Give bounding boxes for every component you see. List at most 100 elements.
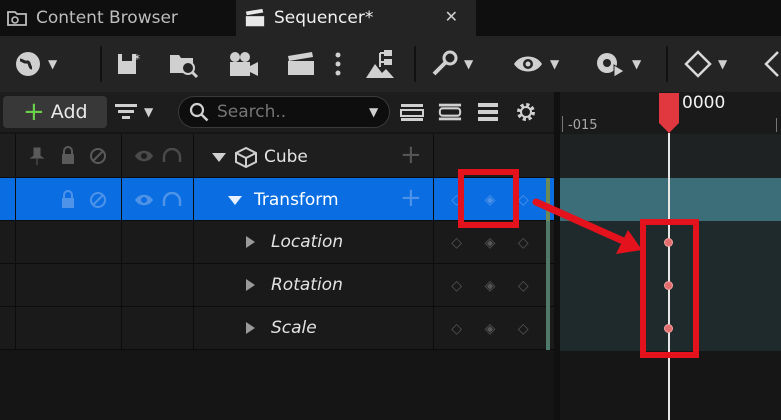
plus-icon: + xyxy=(23,97,45,127)
eye-audio-icons[interactable] xyxy=(134,192,184,208)
expand-arrow-icon[interactable] xyxy=(246,279,255,291)
more-icon xyxy=(335,52,341,76)
key-diamond-icon xyxy=(764,51,779,77)
key-diamond-icon xyxy=(684,50,712,78)
eye-audio-icons[interactable] xyxy=(134,148,184,164)
add-subtrack-plus-icon[interactable]: + xyxy=(400,183,422,213)
playback-options-button[interactable]: ▼ xyxy=(594,48,641,80)
expand-arrow-icon[interactable] xyxy=(228,195,242,205)
tab-label: Sequencer* xyxy=(274,8,374,28)
track-visibility-cell xyxy=(122,307,194,349)
toolbar-divider xyxy=(100,46,102,82)
track-name-cell: Scale xyxy=(194,307,434,349)
add-label: Add xyxy=(50,101,88,123)
playhead-handle[interactable] xyxy=(657,93,681,133)
camera-button[interactable] xyxy=(226,48,260,80)
track-label[interactable]: Transform xyxy=(254,190,339,210)
track-row-scale[interactable]: Scale ◇ ◈ ◇ xyxy=(0,307,560,350)
world-icon xyxy=(16,52,40,76)
search-icon xyxy=(189,102,209,122)
toolbar-divider xyxy=(666,46,668,82)
current-frame-label: 0000 xyxy=(682,93,726,113)
add-track-button[interactable]: + Add xyxy=(3,96,107,128)
track-color-cell xyxy=(0,307,16,349)
save-button[interactable]: * xyxy=(116,48,142,80)
track-label[interactable]: Rotation xyxy=(271,275,343,295)
chevron-down-icon: ▼ xyxy=(144,105,154,119)
eye-icon xyxy=(514,56,542,72)
render-movie-button[interactable] xyxy=(286,48,316,80)
keyframe-nav-controls: ◇ ◈ ◇ xyxy=(440,318,540,340)
tab-content-browser[interactable]: Content Browser xyxy=(0,0,232,36)
list-view-button[interactable] xyxy=(476,100,500,124)
chevron-down-icon: ▼ xyxy=(48,57,58,71)
pin-lock-mute-icons[interactable] xyxy=(28,146,118,166)
camera-icon xyxy=(230,52,258,76)
expand-arrow-icon[interactable] xyxy=(212,152,226,162)
prev-key-icon[interactable]: ◇ xyxy=(451,321,462,337)
chevron-down-icon[interactable]: ▼ xyxy=(369,105,378,119)
next-key-icon[interactable]: ◇ xyxy=(518,278,529,294)
chevron-down-icon: ▼ xyxy=(632,57,642,71)
add-key-icon[interactable]: ◈ xyxy=(485,278,496,294)
track-name-cell: Location xyxy=(194,221,434,263)
chevron-down-icon: ▼ xyxy=(550,57,560,71)
track-label[interactable]: Scale xyxy=(271,318,317,338)
track-state-cell xyxy=(16,221,122,263)
settings-button[interactable] xyxy=(514,100,538,124)
world-menu-button[interactable]: ▼ xyxy=(14,48,57,80)
tools-menu-button[interactable]: ▼ xyxy=(430,48,473,80)
track-color-cell xyxy=(0,178,16,220)
prev-key-icon[interactable]: ◇ xyxy=(451,235,462,251)
track-color-strip xyxy=(546,264,550,307)
timeline-row-cube[interactable] xyxy=(560,134,781,178)
key-options-button[interactable]: ▼ xyxy=(684,48,727,80)
track-color-strip xyxy=(546,307,550,350)
tab-sequencer[interactable]: Sequencer* ✕ xyxy=(236,0,476,36)
add-key-icon[interactable]: ◈ xyxy=(485,235,496,251)
more-options-button[interactable] xyxy=(334,48,342,80)
ruler-tick xyxy=(562,116,563,132)
chevron-down-icon: ▼ xyxy=(718,57,728,71)
toolbar-divider xyxy=(414,46,416,82)
next-key-icon[interactable]: ◇ xyxy=(518,321,529,337)
track-state-cell xyxy=(16,307,122,349)
key-diamond-partial[interactable] xyxy=(764,48,781,80)
expand-rows-icon xyxy=(400,104,424,121)
add-subtrack-plus-icon[interactable]: + xyxy=(400,140,422,170)
track-label[interactable]: Cube xyxy=(264,147,308,167)
track-color-cell xyxy=(0,134,16,177)
expand-arrow-icon[interactable] xyxy=(246,236,255,248)
lock-mute-icons[interactable] xyxy=(60,190,120,210)
find-in-browser-button[interactable] xyxy=(168,48,200,80)
filter-button[interactable]: ▼ xyxy=(114,100,153,124)
view-options-button[interactable]: ▼ xyxy=(512,48,559,80)
track-state-cell xyxy=(16,264,122,306)
search-input[interactable] xyxy=(217,102,357,122)
track-visibility-cell xyxy=(122,134,194,177)
find-folder-icon xyxy=(170,55,199,79)
search-box[interactable]: ▼ xyxy=(178,96,390,128)
ruler-tick-label: -015 xyxy=(568,118,598,133)
keyframe-nav-controls: ◇ ◈ ◇ xyxy=(440,275,540,297)
track-row-rotation[interactable]: Rotation ◇ ◈ ◇ xyxy=(0,264,560,307)
track-visibility-cell xyxy=(122,178,194,220)
add-key-icon[interactable]: ◈ xyxy=(485,321,496,337)
expand-tracks-button[interactable] xyxy=(400,100,424,124)
expand-arrow-icon[interactable] xyxy=(246,322,255,334)
hierarchy-icon xyxy=(366,50,394,78)
track-label[interactable]: Location xyxy=(271,232,343,252)
track-name-cell: Transform + xyxy=(194,178,434,220)
prev-key-icon[interactable]: ◇ xyxy=(451,278,462,294)
hierarchy-button[interactable] xyxy=(364,48,396,80)
gear-icon xyxy=(517,103,535,121)
track-color-cell xyxy=(0,264,16,306)
timeline-empty-area[interactable] xyxy=(560,351,781,420)
close-icon[interactable]: ✕ xyxy=(445,7,458,26)
wrench-icon xyxy=(432,50,458,76)
filter-icon xyxy=(115,104,137,119)
track-visibility-cell xyxy=(122,221,194,263)
collapse-tracks-button[interactable] xyxy=(438,100,462,124)
list-icon xyxy=(478,103,498,121)
save-icon: * xyxy=(118,52,140,74)
